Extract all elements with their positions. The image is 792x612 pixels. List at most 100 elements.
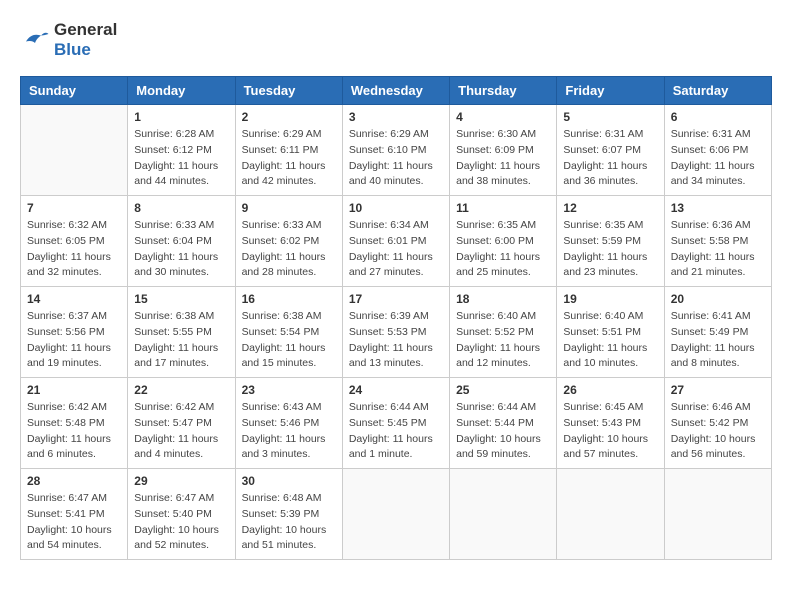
day-info: Sunrise: 6:46 AMSunset: 5:42 PMDaylight:…: [671, 400, 765, 463]
day-header: Saturday: [664, 77, 771, 105]
day-header: Monday: [128, 77, 235, 105]
calendar-cell: 13 Sunrise: 6:36 AMSunset: 5:58 PMDaylig…: [664, 196, 771, 287]
day-number: 20: [671, 292, 765, 306]
day-info: Sunrise: 6:45 AMSunset: 5:43 PMDaylight:…: [563, 400, 657, 463]
calendar-cell: 19 Sunrise: 6:40 AMSunset: 5:51 PMDaylig…: [557, 287, 664, 378]
day-info: Sunrise: 6:38 AMSunset: 5:55 PMDaylight:…: [134, 309, 228, 372]
day-info: Sunrise: 6:37 AMSunset: 5:56 PMDaylight:…: [27, 309, 121, 372]
calendar-cell: [450, 469, 557, 560]
day-number: 17: [349, 292, 443, 306]
calendar-cell: 8 Sunrise: 6:33 AMSunset: 6:04 PMDayligh…: [128, 196, 235, 287]
day-info: Sunrise: 6:31 AMSunset: 6:06 PMDaylight:…: [671, 127, 765, 190]
calendar-cell: 28 Sunrise: 6:47 AMSunset: 5:41 PMDaylig…: [21, 469, 128, 560]
day-info: Sunrise: 6:39 AMSunset: 5:53 PMDaylight:…: [349, 309, 443, 372]
calendar-cell: 11 Sunrise: 6:35 AMSunset: 6:00 PMDaylig…: [450, 196, 557, 287]
calendar-cell: 6 Sunrise: 6:31 AMSunset: 6:06 PMDayligh…: [664, 105, 771, 196]
day-number: 2: [242, 110, 336, 124]
day-info: Sunrise: 6:42 AMSunset: 5:48 PMDaylight:…: [27, 400, 121, 463]
calendar-cell: 21 Sunrise: 6:42 AMSunset: 5:48 PMDaylig…: [21, 378, 128, 469]
logo: General Blue: [20, 20, 117, 60]
calendar-cell: [21, 105, 128, 196]
logo-icon: [20, 25, 50, 55]
day-info: Sunrise: 6:48 AMSunset: 5:39 PMDaylight:…: [242, 491, 336, 554]
calendar-cell: 25 Sunrise: 6:44 AMSunset: 5:44 PMDaylig…: [450, 378, 557, 469]
calendar-cell: 12 Sunrise: 6:35 AMSunset: 5:59 PMDaylig…: [557, 196, 664, 287]
day-number: 1: [134, 110, 228, 124]
calendar-cell: 7 Sunrise: 6:32 AMSunset: 6:05 PMDayligh…: [21, 196, 128, 287]
day-header: Friday: [557, 77, 664, 105]
day-header: Sunday: [21, 77, 128, 105]
day-number: 6: [671, 110, 765, 124]
day-info: Sunrise: 6:34 AMSunset: 6:01 PMDaylight:…: [349, 218, 443, 281]
day-number: 18: [456, 292, 550, 306]
day-number: 13: [671, 201, 765, 215]
calendar-cell: 26 Sunrise: 6:45 AMSunset: 5:43 PMDaylig…: [557, 378, 664, 469]
calendar-cell: 29 Sunrise: 6:47 AMSunset: 5:40 PMDaylig…: [128, 469, 235, 560]
day-info: Sunrise: 6:36 AMSunset: 5:58 PMDaylight:…: [671, 218, 765, 281]
page-header: General Blue: [20, 20, 772, 60]
day-number: 15: [134, 292, 228, 306]
day-info: Sunrise: 6:33 AMSunset: 6:04 PMDaylight:…: [134, 218, 228, 281]
calendar-cell: 3 Sunrise: 6:29 AMSunset: 6:10 PMDayligh…: [342, 105, 449, 196]
day-info: Sunrise: 6:47 AMSunset: 5:41 PMDaylight:…: [27, 491, 121, 554]
day-number: 7: [27, 201, 121, 215]
calendar-cell: [557, 469, 664, 560]
day-number: 22: [134, 383, 228, 397]
calendar-cell: 2 Sunrise: 6:29 AMSunset: 6:11 PMDayligh…: [235, 105, 342, 196]
day-info: Sunrise: 6:29 AMSunset: 6:11 PMDaylight:…: [242, 127, 336, 190]
day-info: Sunrise: 6:44 AMSunset: 5:45 PMDaylight:…: [349, 400, 443, 463]
day-number: 5: [563, 110, 657, 124]
day-info: Sunrise: 6:47 AMSunset: 5:40 PMDaylight:…: [134, 491, 228, 554]
day-info: Sunrise: 6:35 AMSunset: 6:00 PMDaylight:…: [456, 218, 550, 281]
calendar-cell: 4 Sunrise: 6:30 AMSunset: 6:09 PMDayligh…: [450, 105, 557, 196]
day-info: Sunrise: 6:42 AMSunset: 5:47 PMDaylight:…: [134, 400, 228, 463]
day-header: Thursday: [450, 77, 557, 105]
day-number: 4: [456, 110, 550, 124]
day-number: 14: [27, 292, 121, 306]
day-number: 30: [242, 474, 336, 488]
calendar-cell: 27 Sunrise: 6:46 AMSunset: 5:42 PMDaylig…: [664, 378, 771, 469]
day-number: 12: [563, 201, 657, 215]
day-info: Sunrise: 6:44 AMSunset: 5:44 PMDaylight:…: [456, 400, 550, 463]
day-info: Sunrise: 6:29 AMSunset: 6:10 PMDaylight:…: [349, 127, 443, 190]
calendar-cell: 5 Sunrise: 6:31 AMSunset: 6:07 PMDayligh…: [557, 105, 664, 196]
calendar-cell: 14 Sunrise: 6:37 AMSunset: 5:56 PMDaylig…: [21, 287, 128, 378]
day-number: 25: [456, 383, 550, 397]
day-number: 11: [456, 201, 550, 215]
calendar-table: SundayMondayTuesdayWednesdayThursdayFrid…: [20, 76, 772, 560]
day-info: Sunrise: 6:31 AMSunset: 6:07 PMDaylight:…: [563, 127, 657, 190]
calendar-cell: 30 Sunrise: 6:48 AMSunset: 5:39 PMDaylig…: [235, 469, 342, 560]
calendar-cell: 22 Sunrise: 6:42 AMSunset: 5:47 PMDaylig…: [128, 378, 235, 469]
calendar-cell: [342, 469, 449, 560]
day-info: Sunrise: 6:38 AMSunset: 5:54 PMDaylight:…: [242, 309, 336, 372]
day-number: 16: [242, 292, 336, 306]
calendar-cell: 10 Sunrise: 6:34 AMSunset: 6:01 PMDaylig…: [342, 196, 449, 287]
day-info: Sunrise: 6:40 AMSunset: 5:51 PMDaylight:…: [563, 309, 657, 372]
day-info: Sunrise: 6:33 AMSunset: 6:02 PMDaylight:…: [242, 218, 336, 281]
calendar-cell: [664, 469, 771, 560]
day-number: 29: [134, 474, 228, 488]
day-info: Sunrise: 6:28 AMSunset: 6:12 PMDaylight:…: [134, 127, 228, 190]
calendar-cell: 9 Sunrise: 6:33 AMSunset: 6:02 PMDayligh…: [235, 196, 342, 287]
day-number: 27: [671, 383, 765, 397]
day-info: Sunrise: 6:41 AMSunset: 5:49 PMDaylight:…: [671, 309, 765, 372]
day-info: Sunrise: 6:40 AMSunset: 5:52 PMDaylight:…: [456, 309, 550, 372]
day-header: Tuesday: [235, 77, 342, 105]
calendar-cell: 18 Sunrise: 6:40 AMSunset: 5:52 PMDaylig…: [450, 287, 557, 378]
calendar-cell: 23 Sunrise: 6:43 AMSunset: 5:46 PMDaylig…: [235, 378, 342, 469]
day-number: 26: [563, 383, 657, 397]
day-number: 28: [27, 474, 121, 488]
day-number: 23: [242, 383, 336, 397]
day-number: 9: [242, 201, 336, 215]
calendar-cell: 15 Sunrise: 6:38 AMSunset: 5:55 PMDaylig…: [128, 287, 235, 378]
day-info: Sunrise: 6:35 AMSunset: 5:59 PMDaylight:…: [563, 218, 657, 281]
day-header: Wednesday: [342, 77, 449, 105]
day-number: 8: [134, 201, 228, 215]
day-number: 19: [563, 292, 657, 306]
calendar-cell: 17 Sunrise: 6:39 AMSunset: 5:53 PMDaylig…: [342, 287, 449, 378]
day-number: 10: [349, 201, 443, 215]
day-number: 24: [349, 383, 443, 397]
calendar-cell: 20 Sunrise: 6:41 AMSunset: 5:49 PMDaylig…: [664, 287, 771, 378]
day-info: Sunrise: 6:30 AMSunset: 6:09 PMDaylight:…: [456, 127, 550, 190]
day-info: Sunrise: 6:32 AMSunset: 6:05 PMDaylight:…: [27, 218, 121, 281]
